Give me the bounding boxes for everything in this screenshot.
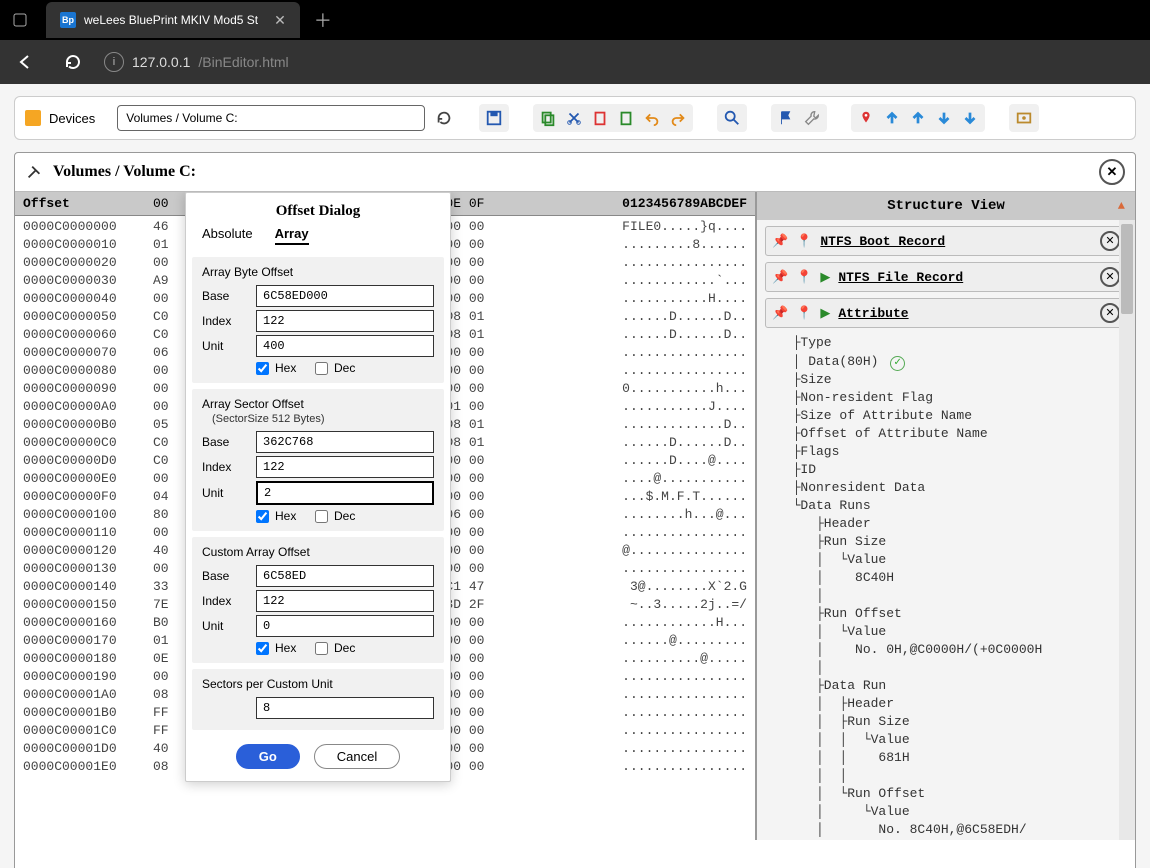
refresh-icon[interactable] — [433, 107, 455, 129]
new-tab-button[interactable]: ＋ — [314, 7, 332, 33]
custom-hex-checkbox[interactable] — [256, 642, 269, 655]
url-path: /BinEditor.html — [198, 54, 288, 70]
section-sector-offset: Array Sector Offset (SectorSize 512 Byte… — [192, 389, 444, 531]
hex-pane: Offset 00 0C 0D 0E 0F 0123456789ABCDEF 0… — [15, 192, 757, 840]
tools-icon — [25, 163, 43, 181]
record-ntfs-boot[interactable]: 📌 📍 NTFS Boot Record ✕ — [765, 226, 1127, 256]
sector-dec-checkbox[interactable] — [315, 510, 328, 523]
sector-unit-input[interactable] — [256, 481, 434, 505]
info-icon[interactable]: i — [104, 52, 124, 72]
pin-icon: 📌 — [772, 234, 788, 249]
sector-index-input[interactable] — [256, 456, 434, 478]
hdr-bytes-left: 00 — [153, 196, 169, 211]
sector-base-input[interactable] — [256, 431, 434, 453]
sector-hex-checkbox[interactable] — [256, 510, 269, 523]
settings-icon[interactable] — [1013, 107, 1035, 129]
byte-unit-input[interactable] — [256, 335, 434, 357]
favicon-icon: Bp — [60, 12, 76, 28]
play-icon: ▶ — [820, 306, 830, 321]
panel-header: Volumes / Volume C: ✕ — [15, 153, 1135, 192]
hex-last-row[interactable]: 0000C00001F0 31 01 FF FF 0B 31 01 26 00 … — [15, 840, 1135, 868]
close-icon[interactable]: ✕ — [1100, 303, 1120, 323]
window-menu-icon[interactable] — [0, 0, 40, 40]
section-title: Sectors per Custom Unit — [202, 677, 434, 691]
tab-title: weLees BluePrint MKIV Mod5 St — [84, 13, 258, 27]
sectors-per-unit-input[interactable] — [256, 697, 434, 719]
custom-index-input[interactable] — [256, 590, 434, 612]
section-title: Array Sector Offset — [202, 397, 434, 411]
flag-icon[interactable] — [775, 107, 797, 129]
redo-icon[interactable] — [667, 107, 689, 129]
back-button[interactable] — [8, 45, 42, 79]
arrow-up-icon[interactable] — [881, 107, 903, 129]
paste-special-icon[interactable] — [615, 107, 637, 129]
arrow-up2-icon[interactable] — [907, 107, 929, 129]
close-icon[interactable]: ✕ — [1100, 267, 1120, 287]
collapse-icon[interactable]: ▲ — [1118, 199, 1125, 213]
browser-addressbar: i 127.0.0.1/BinEditor.html — [0, 40, 1150, 84]
byte-dec-checkbox[interactable] — [315, 362, 328, 375]
cancel-button[interactable]: Cancel — [314, 744, 400, 769]
section-subtitle: (SectorSize 512 Bytes) — [212, 413, 434, 425]
devices-label: Devices — [49, 111, 95, 126]
scrollbar-thumb[interactable] — [1121, 224, 1133, 314]
close-icon[interactable]: ✕ — [1100, 231, 1120, 251]
path-input[interactable]: Volumes / Volume C: — [117, 105, 425, 131]
browser-tab[interactable]: Bp weLees BluePrint MKIV Mod5 St ✕ — [46, 2, 300, 38]
location-icon: 📍 — [796, 270, 812, 285]
structure-header: Structure View ▲ — [757, 192, 1135, 220]
byte-base-input[interactable] — [256, 285, 434, 307]
search-icon[interactable] — [721, 107, 743, 129]
section-title: Custom Array Offset — [202, 545, 434, 559]
arrow-down2-icon[interactable] — [959, 107, 981, 129]
cut-icon[interactable] — [563, 107, 585, 129]
section-title: Array Byte Offset — [202, 265, 434, 279]
hdr-ascii: 0123456789ABCDEF — [622, 196, 747, 211]
custom-dec-checkbox[interactable] — [315, 642, 328, 655]
hdr-offset: Offset — [23, 196, 153, 211]
record-ntfs-file[interactable]: 📌 📍 ▶ NTFS File Record ✕ — [765, 262, 1127, 292]
go-button[interactable]: Go — [236, 744, 300, 769]
pin-icon: 📌 — [772, 270, 788, 285]
location-icon: 📍 — [796, 234, 812, 249]
browser-titlebar: Bp weLees BluePrint MKIV Mod5 St ✕ ＋ — [0, 0, 1150, 40]
url-host: 127.0.0.1 — [132, 54, 190, 70]
wrench-icon[interactable] — [801, 107, 823, 129]
structure-pane: Structure View ▲ 📌 📍 NTFS Boot Record ✕ … — [757, 192, 1135, 840]
custom-unit-input[interactable] — [256, 615, 434, 637]
custom-base-input[interactable] — [256, 565, 434, 587]
byte-hex-checkbox[interactable] — [256, 362, 269, 375]
editor-panel: Volumes / Volume C: ✕ Offset 00 0C 0D 0E… — [14, 152, 1136, 868]
byte-index-input[interactable] — [256, 310, 434, 332]
url-display[interactable]: i 127.0.0.1/BinEditor.html — [104, 52, 289, 72]
scrollbar[interactable] — [1119, 220, 1135, 840]
app-toolbar: Devices Volumes / Volume C: — [14, 96, 1136, 140]
devices-icon — [25, 110, 41, 126]
location-icon: 📍 — [796, 306, 812, 321]
dialog-title: Offset Dialog — [186, 193, 450, 226]
play-icon: ▶ — [820, 270, 830, 285]
offset-dialog: Offset Dialog Absolute Array Array Byte … — [185, 192, 451, 782]
tab-array[interactable]: Array — [275, 226, 309, 245]
copy-icon[interactable] — [537, 107, 559, 129]
tab-absolute[interactable]: Absolute — [202, 226, 253, 245]
dialog-tabs: Absolute Array — [186, 226, 450, 251]
undo-icon[interactable] — [641, 107, 663, 129]
panel-title: Volumes / Volume C: — [53, 163, 196, 181]
arrow-down-icon[interactable] — [933, 107, 955, 129]
close-tab-icon[interactable]: ✕ — [274, 12, 286, 29]
record-attribute[interactable]: 📌 📍 ▶ Attribute ✕ — [765, 298, 1127, 328]
pin-red-icon[interactable] — [855, 107, 877, 129]
paste-icon[interactable] — [589, 107, 611, 129]
section-byte-offset: Array Byte Offset Base Index Unit Hex De… — [192, 257, 444, 383]
save-icon[interactable] — [483, 107, 505, 129]
reload-button[interactable] — [56, 45, 90, 79]
panel-close-button[interactable]: ✕ — [1099, 159, 1125, 185]
structure-tree[interactable]: ├Type │ Data(80H) ✓ ├Size ├Non-resident … — [757, 334, 1135, 840]
pin-icon: 📌 — [772, 306, 788, 321]
section-sectors-per-unit: Sectors per Custom Unit — [192, 669, 444, 730]
section-custom-offset: Custom Array Offset Base Index Unit Hex … — [192, 537, 444, 663]
